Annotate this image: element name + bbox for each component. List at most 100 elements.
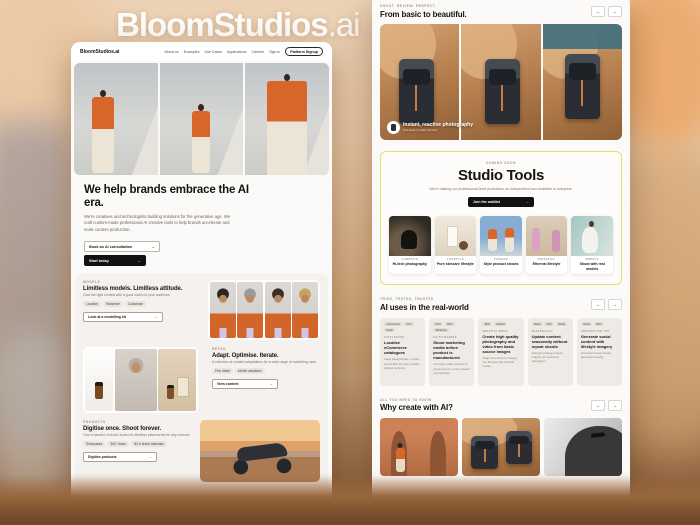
why-heading: Why create with AI? (380, 403, 622, 412)
nav-link-about[interactable]: About us (165, 50, 179, 54)
products-section: PRODUCTS Digitise once. Shoot forever. T… (83, 420, 320, 482)
use-card-body: Adapt eCommerce imagery into lifestyle a… (482, 356, 519, 368)
arrow-right-icon: → (151, 245, 155, 249)
navbar: BloomStudios.ai About us Examples Use Ca… (71, 42, 332, 61)
tool-card-overline: MODELS (573, 258, 611, 261)
use-card-high-quality[interactable]: WebFashion CREATIVE MEDIA Create high qu… (478, 318, 523, 386)
use-card-social[interactable]: SocialWeb CREATED FOR YOU Generate socia… (577, 318, 622, 386)
tool-card-label: Ethereal lifestyle (528, 262, 566, 266)
use-tag: Web (594, 322, 604, 327)
join-waitlist-label: Join the waitlist (473, 200, 500, 204)
book-consultation-button[interactable]: Book an AI consultation → (84, 241, 160, 252)
tool-card-label: Shoot with real models (573, 262, 611, 270)
retail-section: RETAIL Adapt. Optimise. Iterate. A selec… (83, 347, 320, 413)
backpack-shape (506, 431, 533, 463)
nav-link-signin[interactable]: Sign in (269, 50, 280, 54)
use-card-overline: CREATIVE MEDIA (482, 330, 519, 333)
hero-section: We help brands embrace the AI era. We're… (71, 175, 332, 266)
use-card-premanufacture[interactable]: PrintWebMarketing GO-TO-MARKET Shoot mar… (429, 318, 474, 386)
carousel-prev-button[interactable]: ← (591, 299, 605, 310)
use-tag: Fashion (494, 322, 508, 327)
models-text: MODELS Limitless models. Limitless attit… (83, 280, 195, 322)
use-tag: Print (404, 322, 414, 327)
tool-card-skincare[interactable]: LIFESTYLE Pure skincare lifestyle (435, 216, 477, 274)
use-card-seasonal[interactable]: RetailPrintSocial SEASONALITY Update con… (528, 318, 573, 386)
gallery-heading: From basic to beautiful. (380, 10, 622, 19)
retail-overline: RETAIL (212, 347, 320, 351)
serum-bottle-photo (85, 349, 113, 411)
digitise-products-button[interactable]: Digitise products → (83, 452, 157, 462)
backpack-shape (399, 59, 434, 124)
studio-heading: Studio Tools (389, 167, 613, 184)
why-photo-bw-portrait (544, 418, 622, 476)
use-tag: Retail (532, 322, 543, 327)
use-card-catalogues[interactable]: eCommercePrintRetail CATALOGUES Localise… (380, 318, 425, 386)
right-site-content: SHOOT. REVIEW. PERFECT. From basic to be… (372, 0, 630, 476)
retail-photo-collage (83, 347, 198, 413)
use-card-overline: CREATED FOR YOU (581, 330, 618, 333)
hero-heading: We help brands embrace the AI era. (84, 184, 259, 210)
tool-card-overline: LIFESTYLE (437, 258, 475, 261)
tool-card-overline: EDITORIAL (528, 258, 566, 261)
uses-heading: AI uses in the real-world (380, 303, 622, 312)
caption-subtitle: Five looks in under 30 mins (403, 128, 473, 132)
carousel-prev-button[interactable]: ← (591, 6, 605, 17)
hero-image-collage (74, 63, 329, 175)
nav-link-applications[interactable]: Applications (227, 50, 246, 54)
carousel-next-button[interactable]: → (608, 299, 622, 310)
gallery-caption: Instant, reactive photography Five looks… (387, 121, 473, 134)
gallery-overline: SHOOT. REVIEW. PERFECT. (380, 4, 622, 8)
tool-card-label: Pure skincare lifestyle (437, 262, 475, 266)
join-waitlist-button[interactable]: Join the waitlist → (468, 197, 534, 207)
use-tag: Print (544, 322, 554, 327)
why-photo-backpacks (462, 418, 540, 476)
use-card-body: Refresh existing product imagery for sea… (532, 351, 569, 363)
arrow-right-icon: → (270, 382, 274, 386)
poster-title-suffix: .ai (328, 6, 360, 43)
features-card: MODELS Limitless models. Limitless attit… (75, 273, 328, 489)
tag-wardrobe: Wardrobe (103, 301, 123, 307)
modelling-kit-button[interactable]: Look at a modelling kit → (83, 312, 163, 322)
why-header: ALL YOU NEED TO KNOW Why create with AI?… (380, 398, 622, 413)
view-content-button[interactable]: View content → (212, 379, 278, 389)
arrow-right-icon: → (525, 200, 529, 204)
tool-card-hi-tech[interactable]: CAMPAIGN Hi-tech photography (389, 216, 431, 274)
platform-signup-button[interactable]: Platform Signup (285, 47, 323, 56)
nav-link-careers[interactable]: Careers (251, 50, 264, 54)
models-photo-strip (208, 280, 321, 340)
tool-card-style-shoots[interactable]: FASHION Style product shoots (480, 216, 522, 274)
hero-photo-model-center (160, 63, 244, 175)
model-figure (92, 97, 114, 173)
tool-card-ethereal[interactable]: EDITORIAL Ethereal lifestyle (526, 216, 568, 274)
tool-card-overline: FASHION (482, 258, 520, 261)
site-logo[interactable]: BloomStudios.ai (80, 49, 119, 55)
use-card-overline: CATALOGUES (384, 336, 421, 339)
backpack-shape (485, 59, 520, 124)
carousel-next-button[interactable]: → (608, 6, 622, 17)
carousel-prev-button[interactable]: ← (591, 400, 605, 411)
use-card-overline: SEASONALITY (532, 330, 569, 333)
model-figure (396, 448, 405, 472)
tool-card-label: Hi-tech photography (391, 262, 429, 266)
backpack-photo-3 (543, 24, 622, 140)
start-today-button[interactable]: Start today → (84, 255, 146, 266)
start-today-label: Start today (89, 259, 109, 263)
tool-card-overline: CAMPAIGN (391, 258, 429, 261)
use-card-title: Generate social content with lifestyle i… (581, 334, 618, 349)
models-body: Cast the right models with a good match … (83, 293, 195, 298)
use-card-title: Localise eCommerce catalogues (384, 340, 421, 355)
backpack-gallery: Instant, reactive photography Five looks… (380, 24, 622, 140)
tag-location: Location (83, 301, 101, 307)
retail-heading: Adapt. Optimise. Iterate. (212, 353, 320, 359)
tool-card-photo (526, 216, 568, 256)
carousel-next-button[interactable]: → (608, 400, 622, 411)
poster-scene: BloomStudios.ai BloomStudios.ai About us… (0, 0, 700, 525)
nav-link-use-cases[interactable]: Use Cases (204, 50, 222, 54)
book-consultation-label: Book an AI consultation (89, 245, 132, 249)
nav-link-examples[interactable]: Examples (184, 50, 200, 54)
tool-card-label: Style product shoots (482, 262, 520, 266)
model-figure (432, 448, 441, 472)
backpack-shape (471, 436, 498, 468)
motorbike-sunset-photo (200, 420, 320, 482)
tool-card-real-models[interactable]: MODELS Shoot with real models (571, 216, 613, 274)
